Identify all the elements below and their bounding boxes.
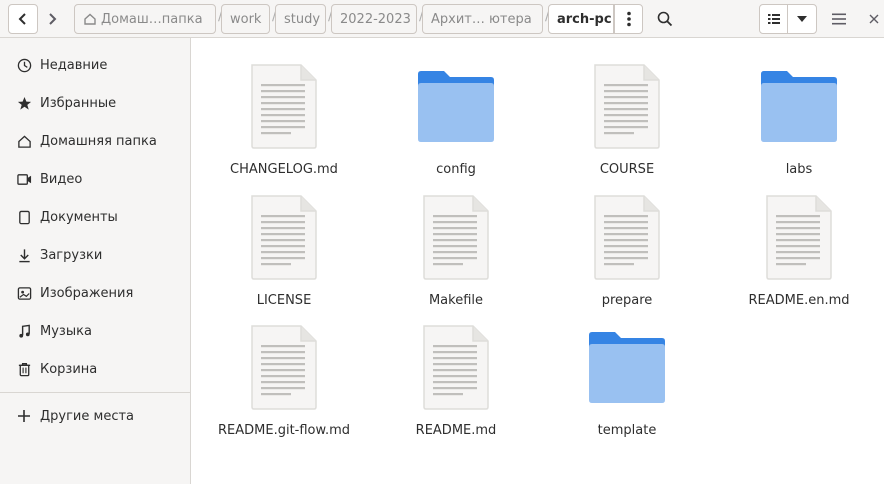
file-name: template [597, 423, 657, 438]
forward-button[interactable] [38, 4, 66, 34]
file-name: Makefile [428, 293, 484, 308]
file-name: README.en.md [748, 293, 850, 308]
sidebar-divider [0, 392, 190, 393]
clock-icon [16, 57, 32, 73]
breadcrumb-label: 2022-2023 [340, 11, 411, 27]
text-file-icon [547, 189, 707, 285]
text-file-icon [204, 189, 364, 285]
breadcrumb-label: Домаш…папка [101, 11, 203, 27]
sidebar-item-label: Избранные [40, 95, 117, 111]
sidebar-item-trash[interactable]: Корзина [0, 350, 190, 388]
text-file-icon [376, 319, 536, 415]
folder-icon [376, 58, 536, 154]
folder-item-config[interactable]: config [376, 58, 536, 188]
file-item-course[interactable]: COURSE [547, 58, 707, 188]
sidebar-item-starred[interactable]: Избранные [0, 84, 190, 122]
sidebar-item-label: Загрузки [40, 247, 103, 263]
file-name: README.md [415, 423, 497, 438]
home-icon [84, 13, 96, 25]
breadcrumb-study[interactable]: study [275, 4, 326, 34]
file-name: CHANGELOG.md [230, 162, 338, 177]
breadcrumb-label: work [230, 11, 262, 27]
sidebar-item-video[interactable]: Видео [0, 160, 190, 198]
file-name: LICENSE [256, 293, 312, 308]
text-file-icon [204, 319, 364, 415]
view-list-icon [767, 14, 780, 24]
music-icon [16, 323, 32, 339]
close-button[interactable] [862, 4, 884, 34]
view-more-icon [626, 11, 631, 27]
sidebar-item-recent[interactable]: Недавние [0, 46, 190, 84]
plus-icon [16, 408, 32, 424]
video-icon [16, 171, 32, 187]
file-item-readme-git-flow[interactable]: README.git-flow.md [204, 319, 364, 449]
back-button[interactable] [8, 4, 38, 34]
breadcrumb-label: Архит… ютера [431, 11, 532, 27]
file-item-changelog[interactable]: CHANGELOG.md [204, 58, 364, 188]
file-item-readme[interactable]: README.md [376, 319, 536, 449]
breadcrumb-label: study [284, 11, 321, 27]
sidebar-item-label: Музыка [40, 323, 92, 339]
document-icon [16, 209, 32, 225]
sidebar: Недавние Избранные Домашняя папка Видео … [0, 38, 191, 484]
sidebar-item-label: Недавние [40, 57, 108, 73]
sidebar-item-label: Домашняя папка [40, 133, 157, 149]
home-icon [16, 133, 32, 149]
sidebar-item-label: Изображения [40, 285, 134, 301]
go-next-icon [49, 13, 57, 25]
trash-icon [16, 361, 32, 377]
sidebar-item-label: Документы [40, 209, 118, 225]
header-bar: Домаш…папка / work / study / 2022-2023 /… [0, 0, 884, 38]
file-name: COURSE [599, 162, 655, 177]
image-icon [16, 285, 32, 301]
text-file-icon [376, 189, 536, 285]
pan-down-icon [797, 16, 807, 22]
file-name: labs [785, 162, 813, 177]
sidebar-item-label: Другие места [40, 408, 135, 424]
file-item-prepare[interactable]: prepare [547, 189, 707, 319]
text-file-icon [547, 58, 707, 154]
text-file-icon [719, 189, 879, 285]
open-menu-icon [832, 13, 846, 25]
folder-icon [547, 319, 707, 415]
search-button[interactable] [650, 4, 680, 34]
folder-item-labs[interactable]: labs [719, 58, 879, 188]
main-menu-button[interactable] [824, 4, 854, 34]
sidebar-item-music[interactable]: Музыка [0, 312, 190, 350]
path-menu-button[interactable] [614, 4, 643, 34]
sidebar-item-documents[interactable]: Документы [0, 198, 190, 236]
file-name: prepare [601, 293, 653, 308]
file-name: config [436, 162, 476, 177]
breadcrumb-work[interactable]: work [221, 4, 270, 34]
star-icon [16, 95, 32, 111]
folder-icon [719, 58, 879, 154]
breadcrumb-2022-2023[interactable]: 2022-2023 [331, 4, 417, 34]
text-file-icon [204, 58, 364, 154]
sidebar-item-label: Видео [40, 171, 83, 187]
search-icon [657, 11, 673, 27]
view-options-button[interactable] [787, 4, 817, 34]
go-previous-icon [18, 13, 26, 25]
file-grid: CHANGELOG.md config COURSE labs LICENSE … [191, 38, 884, 484]
window-close-icon [869, 14, 879, 24]
file-name: README.git-flow.md [218, 423, 350, 438]
breadcrumb-arch-pc[interactable]: arch-pc [548, 4, 614, 34]
sidebar-item-other-places[interactable]: Другие места [0, 397, 190, 435]
file-item-readme-en[interactable]: README.en.md [719, 189, 879, 319]
file-item-license[interactable]: LICENSE [204, 189, 364, 319]
breadcrumb-architecture[interactable]: Архит… ютера [422, 4, 543, 34]
breadcrumb-home[interactable]: Домаш…папка [74, 4, 216, 34]
sidebar-item-downloads[interactable]: Загрузки [0, 236, 190, 274]
folder-item-template[interactable]: template [547, 319, 707, 449]
breadcrumb-label: arch-pc [557, 11, 612, 27]
list-view-button[interactable] [759, 4, 788, 34]
sidebar-item-label: Корзина [40, 361, 98, 377]
sidebar-item-home[interactable]: Домашняя папка [0, 122, 190, 160]
file-item-makefile[interactable]: Makefile [376, 189, 536, 319]
sidebar-item-pictures[interactable]: Изображения [0, 274, 190, 312]
download-icon [16, 247, 32, 263]
